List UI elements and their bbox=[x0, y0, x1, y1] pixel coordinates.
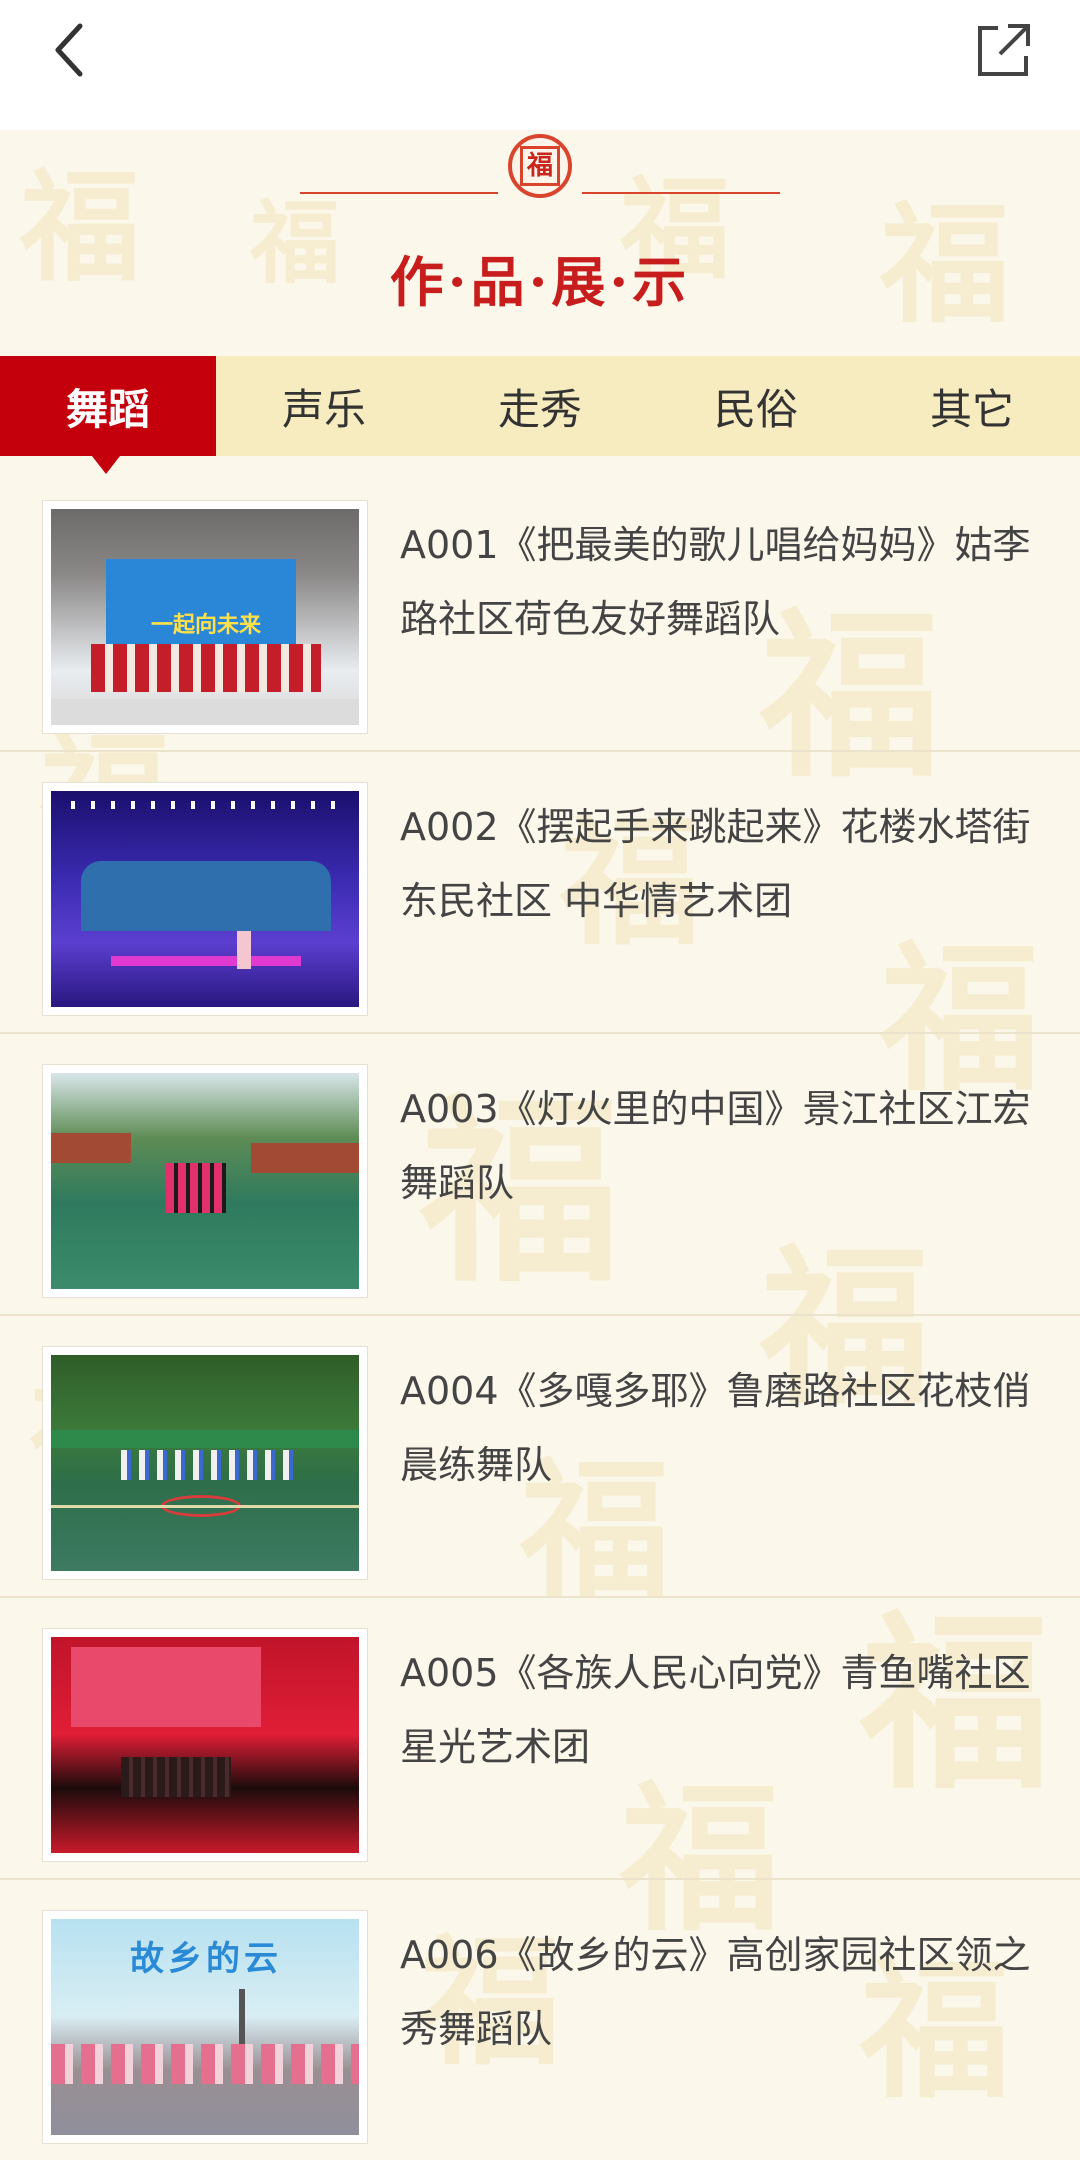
tab-catwalk[interactable]: 走秀 bbox=[432, 356, 648, 456]
item-title: A003《灯火里的中国》景江社区江宏舞蹈队 bbox=[400, 1087, 1031, 1205]
list-item[interactable]: A004《多嘎多耶》鲁磨路社区花枝俏晨练舞队 bbox=[0, 1316, 1080, 1598]
tab-dance[interactable]: 舞蹈 bbox=[0, 356, 216, 474]
page-title: 作·品·展·示 bbox=[389, 250, 691, 314]
thumbnail-image bbox=[51, 791, 359, 1007]
tab-vocal[interactable]: 声乐 bbox=[216, 356, 432, 456]
item-title: A002《摆起手来跳起来》花楼水塔街东民社区 中华情艺术团 bbox=[400, 805, 1031, 923]
top-bar bbox=[0, 0, 1080, 130]
list-item[interactable]: 故乡的云 A006《故乡的云》高创家园社区领之秀舞蹈队 bbox=[0, 1880, 1080, 2160]
page-header: 福 作·品·展·示 bbox=[0, 130, 1080, 356]
thumbnail-image bbox=[51, 1073, 359, 1289]
works-list: 一起向未来 A001《把最美的歌儿唱给妈妈》姑李路社区荷色友好舞蹈队 A002《… bbox=[0, 470, 1080, 2160]
item-title: A006《故乡的云》高创家园社区领之秀舞蹈队 bbox=[400, 1933, 1031, 2051]
thumbnail-image: 故乡的云 bbox=[51, 1919, 359, 2135]
thumbnail bbox=[42, 1628, 368, 1862]
chevron-left-icon bbox=[55, 23, 83, 77]
header-divider-right bbox=[582, 192, 780, 194]
thumbnail bbox=[42, 1064, 368, 1298]
header-divider-left bbox=[300, 192, 498, 194]
list-item[interactable]: A005《各族人民心向党》青鱼嘴社区星光艺术团 bbox=[0, 1598, 1080, 1880]
category-tabs: 舞蹈 声乐 走秀 民俗 其它 bbox=[0, 356, 1080, 474]
thumbnail-image: 一起向未来 bbox=[51, 509, 359, 725]
external-share-icon bbox=[978, 24, 1030, 76]
thumbnail bbox=[42, 1346, 368, 1580]
seal-character: 福 bbox=[520, 146, 560, 186]
share-button[interactable] bbox=[972, 18, 1036, 82]
thumbnail-image bbox=[51, 1355, 359, 1571]
tab-other[interactable]: 其它 bbox=[864, 356, 1080, 456]
list-item[interactable]: A003《灯火里的中国》景江社区江宏舞蹈队 bbox=[0, 1034, 1080, 1316]
thumbnail-caption: 故乡的云 bbox=[130, 1939, 282, 1979]
back-button[interactable] bbox=[40, 20, 100, 80]
thumbnail-caption: 一起向未来 bbox=[150, 613, 261, 638]
fu-seal-icon: 福 bbox=[508, 134, 572, 198]
list-item[interactable]: 一起向未来 A001《把最美的歌儿唱给妈妈》姑李路社区荷色友好舞蹈队 bbox=[0, 470, 1080, 752]
item-title: A005《各族人民心向党》青鱼嘴社区星光艺术团 bbox=[400, 1651, 1031, 1769]
list-item[interactable]: A002《摆起手来跳起来》花楼水塔街东民社区 中华情艺术团 bbox=[0, 752, 1080, 1034]
thumbnail: 故乡的云 bbox=[42, 1910, 368, 2144]
thumbnail-image bbox=[51, 1637, 359, 1853]
item-title: A001《把最美的歌儿唱给妈妈》姑李路社区荷色友好舞蹈队 bbox=[400, 523, 1031, 641]
tab-folk[interactable]: 民俗 bbox=[648, 356, 864, 456]
thumbnail bbox=[42, 782, 368, 1016]
item-title: A004《多嘎多耶》鲁磨路社区花枝俏晨练舞队 bbox=[400, 1369, 1031, 1487]
thumbnail: 一起向未来 bbox=[42, 500, 368, 734]
